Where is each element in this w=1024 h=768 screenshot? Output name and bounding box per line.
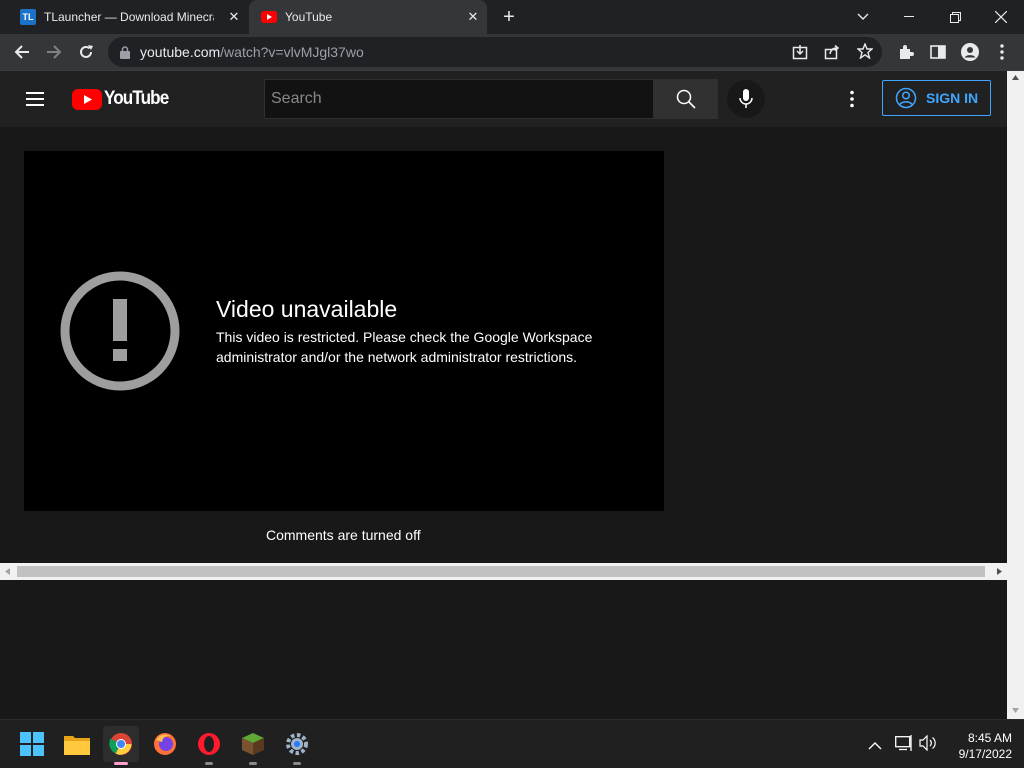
voice-search-button[interactable] bbox=[727, 80, 765, 118]
vertical-scrollbar[interactable] bbox=[1007, 71, 1024, 719]
tab-search-icon[interactable] bbox=[840, 0, 886, 34]
horizontal-scroll-thumb[interactable] bbox=[17, 566, 985, 577]
tab-strip: TL TLauncher — Download Minecraft ✕ YouT… bbox=[0, 0, 1024, 34]
firefox-icon[interactable] bbox=[147, 726, 183, 762]
search-input[interactable] bbox=[271, 90, 631, 108]
sign-in-label: SIGN IN bbox=[926, 90, 979, 106]
page-empty-area bbox=[0, 580, 1007, 719]
show-hidden-icons-chevron-icon[interactable] bbox=[868, 737, 882, 755]
side-panel-icon[interactable] bbox=[924, 38, 952, 66]
chrome-menu-icon[interactable] bbox=[988, 38, 1016, 66]
tab-title: TLauncher — Download Minecraft bbox=[44, 10, 214, 24]
tab-tlauncher[interactable]: TL TLauncher — Download Minecraft ✕ bbox=[8, 0, 248, 34]
scroll-down-icon[interactable] bbox=[1012, 708, 1019, 713]
comments-status: Comments are turned off bbox=[266, 527, 421, 543]
start-icon[interactable] bbox=[14, 726, 50, 762]
clock-time: 8:45 AM bbox=[967, 731, 1012, 745]
error-exclamation-icon bbox=[60, 271, 180, 396]
file-explorer-icon[interactable] bbox=[59, 726, 95, 762]
clock-date: 9/17/2022 bbox=[958, 747, 1012, 761]
extensions-icon[interactable] bbox=[892, 38, 920, 66]
tab-youtube[interactable]: YouTube ✕ bbox=[249, 0, 487, 34]
search-icon bbox=[676, 89, 696, 109]
bookmark-star-icon[interactable] bbox=[856, 42, 874, 62]
profile-icon[interactable] bbox=[956, 38, 984, 66]
restore-icon[interactable] bbox=[932, 0, 978, 34]
error-message: This video is restricted. Please check t… bbox=[216, 329, 593, 365]
running-indicator bbox=[205, 762, 213, 765]
account-icon bbox=[895, 87, 917, 109]
search-button[interactable] bbox=[654, 79, 718, 119]
close-window-icon[interactable] bbox=[978, 0, 1024, 34]
chrome-icon[interactable] bbox=[103, 726, 139, 765]
video-player[interactable]: Video unavailable This video is restrict… bbox=[24, 151, 664, 511]
opera-icon[interactable] bbox=[191, 726, 227, 765]
tab-title: YouTube bbox=[285, 10, 333, 24]
youtube-page: YouTube SIGN IN Video unavailable This v… bbox=[0, 71, 1007, 563]
network-icon[interactable] bbox=[895, 735, 913, 756]
running-indicator bbox=[249, 762, 257, 765]
error-title: Video unavailable bbox=[216, 296, 398, 322]
youtube-play-icon bbox=[72, 88, 102, 110]
browser-toolbar: youtube.com/watch?v=vlvMJgl37wo bbox=[0, 34, 1024, 71]
volume-icon[interactable] bbox=[919, 734, 937, 756]
scroll-right-icon[interactable] bbox=[997, 568, 1002, 575]
tlauncher-icon: TL bbox=[20, 9, 36, 25]
scroll-left-icon[interactable] bbox=[5, 568, 10, 575]
close-tab-icon[interactable]: ✕ bbox=[465, 9, 481, 25]
minecraft-icon[interactable] bbox=[235, 726, 271, 765]
horizontal-scrollbar[interactable] bbox=[0, 563, 1007, 580]
share-icon[interactable] bbox=[824, 44, 840, 63]
youtube-wordmark: YouTube bbox=[104, 88, 169, 109]
settings-icon[interactable] bbox=[279, 726, 315, 765]
settings-kebab-icon[interactable] bbox=[850, 90, 854, 113]
search-box[interactable] bbox=[264, 79, 654, 119]
active-indicator bbox=[114, 762, 128, 765]
windows-taskbar: 8:45 AM 9/17/2022 bbox=[0, 719, 1024, 768]
microphone-icon bbox=[739, 89, 753, 108]
youtube-icon bbox=[261, 9, 277, 25]
new-tab-button[interactable]: + bbox=[498, 6, 520, 28]
url-host: youtube.com bbox=[140, 44, 221, 60]
scroll-up-icon[interactable] bbox=[1012, 75, 1019, 80]
running-indicator bbox=[293, 762, 301, 765]
back-icon[interactable] bbox=[8, 38, 36, 66]
forward-icon[interactable] bbox=[40, 38, 68, 66]
hamburger-menu-icon[interactable] bbox=[24, 87, 48, 116]
youtube-logo[interactable]: YouTube bbox=[72, 88, 175, 110]
lock-icon[interactable] bbox=[120, 45, 130, 59]
system-clock[interactable]: 8:45 AM 9/17/2022 bbox=[942, 730, 1012, 762]
reload-icon[interactable] bbox=[72, 38, 100, 66]
minimize-icon[interactable] bbox=[886, 0, 932, 34]
install-icon[interactable] bbox=[792, 44, 808, 63]
sign-in-button[interactable]: SIGN IN bbox=[882, 80, 991, 116]
close-tab-icon[interactable]: ✕ bbox=[226, 9, 242, 25]
url-path: /watch?v=vlvMJgl37wo bbox=[220, 44, 364, 60]
youtube-masthead: YouTube SIGN IN bbox=[0, 71, 1007, 127]
address-bar[interactable]: youtube.com/watch?v=vlvMJgl37wo bbox=[108, 37, 882, 67]
